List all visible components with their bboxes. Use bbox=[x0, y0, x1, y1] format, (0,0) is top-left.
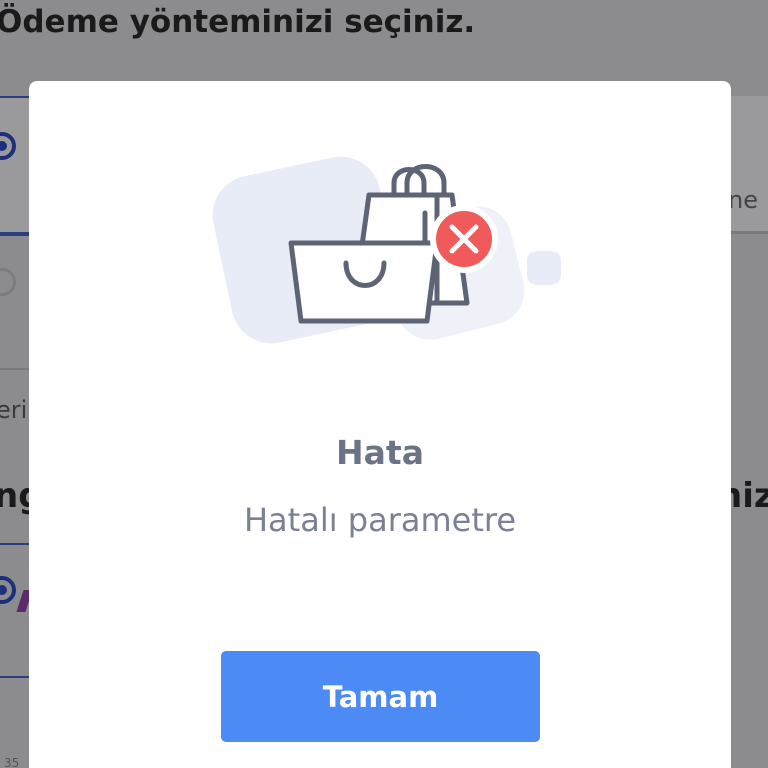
page-heading: Ödeme yönteminizi seçiniz. bbox=[0, 4, 476, 40]
card-divider bbox=[0, 543, 30, 545]
card-divider bbox=[0, 676, 30, 678]
payment-option-radio[interactable] bbox=[0, 268, 16, 296]
card-divider bbox=[731, 231, 768, 233]
payment-page: Ödeme yönteminizi seçiniz. ne eri ng niz… bbox=[0, 0, 768, 768]
text-fragment: eri bbox=[0, 396, 28, 424]
error-dialog: Hata Hatalı parametre Tamam bbox=[29, 81, 731, 768]
ok-button[interactable]: Tamam bbox=[221, 651, 540, 742]
payment-option-radio-selected[interactable] bbox=[0, 576, 16, 604]
option-text-fragment: ne bbox=[728, 186, 758, 214]
shopping-bags-error-icon bbox=[212, 156, 561, 344]
dialog-title: Hata bbox=[336, 433, 424, 472]
dialog-message: Hatalı parametre bbox=[243, 501, 516, 539]
small-text-fragment: 35 bbox=[4, 756, 20, 768]
section-divider bbox=[0, 368, 30, 370]
